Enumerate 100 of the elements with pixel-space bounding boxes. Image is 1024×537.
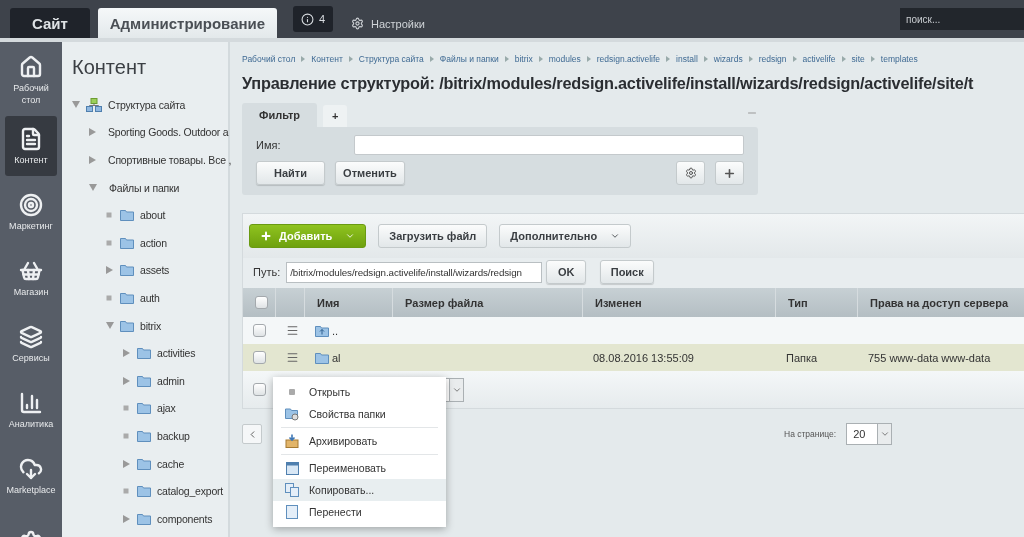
tree-item[interactable]: backup [157,429,190,442]
checkbox[interactable] [253,383,266,396]
breadcrumb-link[interactable]: Рабочий стол [242,54,296,64]
folder-gear-icon [285,407,299,421]
tree-item[interactable]: components [157,512,213,525]
filter-tab[interactable]: + [323,105,348,127]
filter-button[interactable]: Отменить [335,161,405,185]
settings-button[interactable] [676,161,705,185]
nav-item[interactable]: Сервисы [5,314,57,374]
tree-item[interactable]: Структура сайта [108,98,186,111]
folder-icon [137,402,151,415]
collapsed-arrow-icon[interactable] [89,128,96,137]
breadcrumb-link[interactable]: Контент [311,54,343,64]
ok-button[interactable]: OK [546,260,587,284]
tree-item[interactable]: bitrix [140,319,161,332]
breadcrumb-link[interactable]: Структура сайта [358,54,424,64]
tree-item[interactable]: Файлы и папки [109,181,180,194]
window-icon [285,461,299,475]
caret-icon [879,429,890,439]
breadcrumb-link[interactable]: bitrix [514,54,533,64]
tree-item[interactable]: admin [157,374,185,387]
checkbox[interactable] [253,324,266,337]
file-name[interactable]: .. [332,324,339,337]
folder-icon [120,319,134,332]
breadcrumb-link[interactable]: redsign [758,54,787,64]
separator-arrow-icon [504,56,509,62]
toolbar-button[interactable]: Загрузить файл [378,224,488,248]
page-title: Управление структурой: /bitrix/modules/redsign.activelife/install/wizards/redsign/activelife/site/t [242,74,975,93]
tree-item[interactable]: activities [157,347,196,360]
tree-item[interactable]: ajax [157,402,176,415]
expanded-arrow-icon[interactable] [89,184,97,192]
tree-item[interactable]: catalog_export [157,485,224,498]
menu-item[interactable]: Архивировать [273,430,446,452]
nav-item[interactable]: Рабочий стол [5,50,57,110]
checkbox[interactable] [255,296,268,309]
file-name[interactable]: al [332,351,341,364]
menu-item[interactable]: Открыть [273,381,446,403]
tree-item[interactable]: auth [140,291,160,304]
filter-button[interactable]: Найти [256,161,325,185]
filter-tab[interactable]: Фильтр [242,103,318,127]
breadcrumb-link[interactable]: activelife [802,54,836,64]
menu-item[interactable]: Копировать... [273,479,446,501]
tree-item[interactable]: cache [157,457,185,470]
column-header[interactable]: Имя [305,288,393,317]
tree-item[interactable]: about [140,209,166,222]
collapsed-arrow-icon[interactable] [123,514,130,523]
tree-item[interactable]: Sporting Goods. Outdoor a [108,126,229,139]
separator-arrow-icon [748,56,753,62]
toolbar-button[interactable]: Дополнительно [499,224,632,248]
top-tab[interactable]: Администрирование [97,8,277,38]
collapsed-arrow-icon[interactable] [123,376,130,385]
breadcrumb-link[interactable]: Файлы и папки [439,54,499,64]
column-header[interactable]: Тип [776,288,858,317]
breadcrumb-link[interactable]: install [676,54,698,64]
breadcrumb-link[interactable]: wizards [713,54,743,64]
collapsed-arrow-icon[interactable] [123,349,130,358]
nav-item[interactable]: Аналитика [5,380,57,440]
settings-link[interactable]: Настройки [350,17,425,30]
column-header[interactable]: Права на доступ сервера [858,288,1024,317]
menu-item[interactable]: Перенести [273,501,446,523]
column-header[interactable]: Изменен [583,288,776,317]
caret-icon [610,231,621,241]
checkbox[interactable] [253,351,266,364]
menu-icon[interactable] [286,351,299,364]
folder-icon [120,209,134,222]
expanded-arrow-icon[interactable] [106,322,114,330]
nav-item[interactable]: Магазин [5,248,57,308]
tree-item[interactable]: action [140,236,167,249]
breadcrumb-link[interactable]: site [851,54,865,64]
add-button[interactable] [715,161,744,185]
tree-item[interactable]: Спортивные товары. Все , [108,154,232,166]
menu-item[interactable]: Переименовать [273,457,446,479]
expanded-arrow-icon[interactable] [72,101,80,109]
tree-item[interactable]: assets [140,264,170,277]
path-field[interactable]: /bitrix/modules/redsign.activelife/install/wizards/redsign [286,261,543,283]
collapsed-arrow-icon[interactable] [106,266,113,275]
menu-item[interactable]: Свойства папки [273,403,446,425]
menu-icon[interactable] [286,324,299,337]
breadcrumb-link[interactable]: modules [548,54,581,64]
search-button[interactable]: Поиск [600,260,655,284]
search-field[interactable]: поиск... [900,8,1024,30]
nav-item[interactable]: Marketplace [5,446,57,506]
separator-arrow-icon [666,56,671,62]
collapsed-arrow-icon[interactable] [89,156,96,164]
nav-item[interactable]: Контент [5,116,57,176]
nav-item[interactable]: Маркетинг [5,182,57,242]
per-page-select[interactable]: 20 [846,423,893,445]
breadcrumb-link[interactable]: redsign.activelife [596,54,661,64]
top-tab[interactable]: Сайт [10,8,90,38]
previous-page-button[interactable] [242,424,262,444]
folder-icon [120,236,134,249]
column-header[interactable]: Размер файла [393,288,583,317]
folder-icon [137,457,151,470]
collapsed-arrow-icon[interactable] [123,459,130,468]
breadcrumb-link[interactable]: templates [880,54,918,64]
name-field[interactable] [354,135,744,155]
nav-label: Сервисы [12,351,50,364]
notifications-button[interactable]: 4 [292,6,333,32]
separator-arrow-icon [703,56,708,62]
separator-arrow-icon [301,56,306,62]
